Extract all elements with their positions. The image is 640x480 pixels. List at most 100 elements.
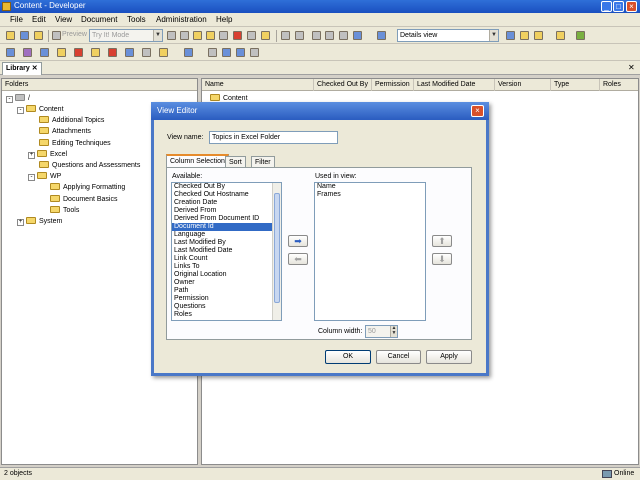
spin-icon[interactable]: ▲ ▼ [390, 326, 397, 337]
zoom-icon[interactable] [353, 31, 362, 40]
ok-button[interactable]: OK [325, 350, 371, 364]
view-combo[interactable]: Details view ▼ [397, 29, 499, 42]
split-layout-icon[interactable] [520, 31, 529, 40]
help-icon[interactable] [377, 31, 386, 40]
list-item[interactable]: Link Count [172, 255, 281, 263]
list-item[interactable]: Questions [172, 303, 281, 311]
tree-item[interactable]: + System [17, 216, 62, 227]
list-item[interactable]: Document Id [172, 223, 281, 231]
publish-icon[interactable] [6, 48, 15, 57]
details-layout-icon[interactable] [506, 31, 515, 40]
menu-help[interactable]: Help [216, 15, 232, 24]
section-icon[interactable] [40, 48, 49, 57]
mode-combo[interactable]: Try It! Mode ▼ [89, 29, 163, 42]
column-width-stepper[interactable]: 50 ▲ ▼ [365, 325, 398, 338]
scrollbar-thumb[interactable] [274, 193, 280, 303]
available-list[interactable]: Checked Out By Checked Out Hostname Creati… [171, 182, 282, 321]
view-name-input[interactable]: Topics in Excel Folder [209, 131, 338, 144]
close-icon[interactable]: ✕ [628, 63, 635, 72]
collapse-icon[interactable]: - [6, 96, 13, 103]
move-up-button[interactable]: ⬆ [432, 235, 452, 247]
list-item[interactable]: Roles [172, 311, 281, 319]
col-version[interactable]: Version [495, 79, 551, 91]
tree-item[interactable]: Document Basics [39, 194, 117, 205]
cancel-button[interactable]: Cancel [376, 350, 421, 364]
expand-icon[interactable]: + [17, 219, 24, 226]
apply-button[interactable]: Apply [426, 350, 472, 364]
maximize-button[interactable]: □ [613, 1, 624, 12]
list-item[interactable]: Owner [172, 279, 281, 287]
new-icon[interactable] [6, 31, 15, 40]
menu-tools[interactable]: Tools [127, 15, 146, 24]
list-item[interactable]: Checked Out By [172, 183, 281, 191]
expand-icon[interactable]: + [28, 151, 35, 159]
tree-item[interactable]: Editing Techniques [28, 138, 111, 149]
list-item[interactable]: Last Modified By [172, 239, 281, 247]
menu-administration[interactable]: Administration [156, 15, 207, 24]
topic-icon[interactable] [57, 48, 66, 57]
paste-icon[interactable] [193, 31, 202, 40]
tree-item[interactable]: - Content [17, 104, 64, 115]
list-layout-icon[interactable] [534, 31, 543, 40]
assessment-icon[interactable] [125, 48, 134, 57]
col-roles[interactable]: Roles [600, 79, 638, 91]
list-item[interactable]: Links To [172, 263, 281, 271]
remove-column-button[interactable]: ⬅ [288, 253, 308, 265]
redo-icon[interactable] [295, 31, 304, 40]
close-dialog-button[interactable]: × [471, 105, 484, 117]
open-icon[interactable] [34, 31, 43, 40]
link-icon[interactable] [142, 48, 151, 57]
move-down-button[interactable]: ⬇ [432, 253, 452, 265]
list-item[interactable]: Creation Date [172, 199, 281, 207]
collapse-icon[interactable]: - [28, 174, 35, 182]
tab-library[interactable]: Library ✕ [2, 62, 42, 75]
check-out-icon[interactable] [236, 48, 245, 57]
binoculars-icon[interactable] [339, 31, 348, 40]
col-type[interactable]: Type [551, 79, 600, 91]
delete-icon[interactable] [233, 31, 242, 40]
find-icon[interactable] [261, 31, 270, 40]
refresh-icon[interactable] [576, 31, 585, 40]
undo-icon[interactable] [281, 31, 290, 40]
collapse-icon[interactable]: - [17, 107, 24, 114]
col-name[interactable]: Name [202, 79, 314, 91]
add-column-button[interactable]: ➡ [288, 235, 308, 247]
tree-root[interactable]: - / [6, 93, 30, 104]
list-item[interactable]: Permission [172, 295, 281, 303]
used-list[interactable]: Name Frames [314, 182, 426, 321]
list-item[interactable]: Path [172, 287, 281, 295]
menu-edit[interactable]: Edit [32, 15, 46, 24]
expand-icon[interactable] [312, 31, 321, 40]
save-icon[interactable] [20, 31, 29, 40]
copy-icon[interactable] [180, 31, 189, 40]
check-in-icon[interactable] [222, 48, 231, 57]
module-icon[interactable] [23, 48, 32, 57]
list-item[interactable]: Language [172, 231, 281, 239]
list-item[interactable]: Name [315, 183, 425, 191]
package-icon[interactable] [91, 48, 100, 57]
menu-document[interactable]: Document [81, 15, 117, 24]
list-item[interactable]: Last Modified Date [172, 247, 281, 255]
list-item[interactable]: Derived From [172, 207, 281, 215]
glossary-icon[interactable] [159, 48, 168, 57]
tree-item[interactable]: - WP [28, 171, 61, 182]
tree-item[interactable]: Applying Formatting [39, 182, 125, 193]
col-checked-out-by[interactable]: Checked Out By [314, 79, 372, 91]
close-window-button[interactable]: × [626, 1, 637, 12]
tree-item[interactable]: Additional Topics [28, 115, 104, 126]
available-scrollbar[interactable] [272, 183, 281, 320]
duplicate-icon[interactable] [247, 31, 256, 40]
list-item[interactable]: Original Location [172, 271, 281, 279]
list-item[interactable]: Checked Out Hostname [172, 191, 281, 199]
history-icon[interactable] [250, 48, 259, 57]
print-icon[interactable] [206, 31, 215, 40]
move-up-icon[interactable] [208, 48, 217, 57]
collapse-icon[interactable] [325, 31, 334, 40]
menu-file[interactable]: File [10, 15, 23, 24]
cut-icon[interactable] [167, 31, 176, 40]
record-icon[interactable] [74, 48, 83, 57]
col-permission[interactable]: Permission [372, 79, 414, 91]
tree-item[interactable]: Tools [39, 205, 79, 216]
question-icon[interactable] [108, 48, 117, 57]
minimize-button[interactable]: _ [601, 1, 612, 12]
